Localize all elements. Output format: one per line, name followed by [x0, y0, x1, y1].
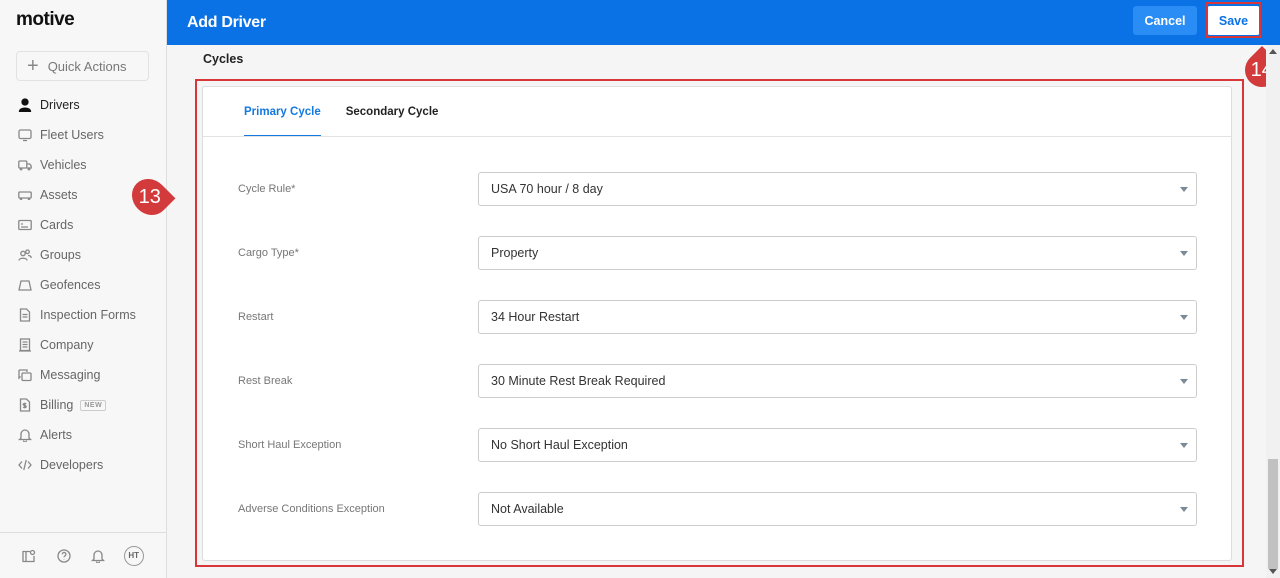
select-value: No Short Haul Exception [491, 438, 628, 452]
form-row-restart: Restart 34 Hour Restart [203, 300, 1231, 334]
sidebar-nav: Drivers Fleet Users Vehicles Assets Card… [0, 90, 166, 480]
quick-actions-button[interactable]: + Quick Actions [16, 51, 149, 81]
field-label: Rest Break [238, 375, 293, 387]
page-header: Add Driver Cancel Save [167, 0, 1280, 45]
person-icon [17, 97, 33, 113]
short-haul-exception-select[interactable]: No Short Haul Exception [478, 428, 1197, 462]
sidebar-item-label: Fleet Users [40, 128, 104, 142]
form-row-adverse-conditions-exception: Adverse Conditions Exception Not Availab… [203, 492, 1231, 526]
select-value: Property [491, 246, 539, 260]
field-label: Adverse Conditions Exception [238, 503, 385, 515]
section-title: Cycles [203, 52, 244, 66]
cycle-rule-select[interactable]: USA 70 hour / 8 day [478, 172, 1197, 206]
sidebar-item-label: Company [40, 338, 94, 352]
cargo-type-select[interactable]: Property [478, 236, 1197, 270]
billing-icon [17, 397, 33, 413]
sidebar: motive + Quick Actions Drivers Fleet Use… [0, 0, 167, 578]
scroll-thumb[interactable] [1268, 459, 1278, 569]
sidebar-item-label: Assets [40, 188, 78, 202]
caret-down-icon [1180, 187, 1188, 192]
sidebar-item-company[interactable]: Company [0, 330, 166, 360]
save-button[interactable]: Save [1207, 6, 1260, 35]
code-icon [17, 457, 33, 473]
form-row-cargo-type: Cargo Type* Property [203, 236, 1231, 270]
form-row-cycle-rule: Cycle Rule* USA 70 hour / 8 day [203, 172, 1231, 206]
select-value: USA 70 hour / 8 day [491, 182, 603, 196]
sidebar-item-alerts[interactable]: Alerts [0, 420, 166, 450]
field-label: Cycle Rule* [238, 183, 296, 195]
page-title: Add Driver [187, 13, 266, 31]
sidebar-item-label: Groups [40, 248, 81, 262]
sidebar-item-label: Cards [40, 218, 74, 232]
sidebar-item-fleet-users[interactable]: Fleet Users [0, 120, 166, 150]
adverse-conditions-exception-select[interactable]: Not Available [478, 492, 1197, 526]
sidebar-item-groups[interactable]: Groups [0, 240, 166, 270]
scrollbar[interactable] [1266, 45, 1280, 578]
sidebar-item-label: Geofences [40, 278, 101, 292]
sidebar-item-label: Drivers [40, 98, 80, 112]
sidebar-item-label: Alerts [40, 428, 72, 442]
chat-icon [17, 367, 33, 383]
cycles-card: Primary Cycle Secondary Cycle Cycle Rule… [202, 86, 1232, 561]
form-row-short-haul-exception: Short Haul Exception No Short Haul Excep… [203, 428, 1231, 462]
sidebar-item-developers[interactable]: Developers [0, 450, 166, 480]
scroll-down-arrow-icon[interactable] [1269, 569, 1277, 574]
sidebar-item-vehicles[interactable]: Vehicles [0, 150, 166, 180]
sidebar-item-billing[interactable]: Billing NEW [0, 390, 166, 420]
sidebar-item-label: Vehicles [40, 158, 87, 172]
cancel-button[interactable]: Cancel [1133, 6, 1197, 35]
caret-down-icon [1180, 315, 1188, 320]
caret-down-icon [1180, 507, 1188, 512]
sidebar-item-label: Inspection Forms [40, 308, 136, 322]
field-label: Short Haul Exception [238, 439, 342, 451]
user-avatar[interactable]: HT [123, 545, 144, 566]
caret-down-icon [1180, 379, 1188, 384]
cycle-tabs: Primary Cycle Secondary Cycle [203, 87, 1231, 137]
new-badge: NEW [80, 399, 107, 411]
caret-down-icon [1180, 251, 1188, 256]
select-value: Not Available [491, 502, 564, 516]
tab-secondary-cycle[interactable]: Secondary Cycle [346, 87, 439, 136]
caret-down-icon [1180, 443, 1188, 448]
card-icon [17, 217, 33, 233]
sidebar-item-inspection-forms[interactable]: Inspection Forms [0, 300, 166, 330]
plus-icon: + [27, 55, 39, 77]
select-value: 30 Minute Rest Break Required [491, 374, 666, 388]
groups-icon [17, 247, 33, 263]
sidebar-item-drivers[interactable]: Drivers [0, 90, 166, 120]
bell-icon [17, 427, 33, 443]
quick-actions-label: Quick Actions [47, 58, 127, 74]
building-icon [17, 337, 33, 353]
truck-icon [17, 157, 33, 173]
trailer-icon [17, 187, 33, 203]
sidebar-footer: HT [0, 532, 166, 578]
sidebar-item-label: Messaging [40, 368, 101, 382]
select-value: 34 Hour Restart [491, 310, 580, 324]
geofence-icon [17, 277, 33, 293]
sidebar-item-label: Developers [40, 458, 104, 472]
document-icon [17, 307, 33, 323]
tab-primary-cycle[interactable]: Primary Cycle [244, 87, 321, 136]
field-label: Cargo Type* [238, 247, 299, 259]
help-icon[interactable] [55, 547, 73, 565]
sidebar-item-label: Billing [40, 398, 74, 412]
monitor-icon [17, 127, 33, 143]
scroll-up-arrow-icon[interactable] [1269, 49, 1277, 54]
motive-logo[interactable]: motive [16, 9, 75, 31]
sidebar-item-geofences[interactable]: Geofences [0, 270, 166, 300]
restart-select[interactable]: 34 Hour Restart [478, 300, 1197, 334]
sidebar-item-cards[interactable]: Cards [0, 210, 166, 240]
notifications-bell-icon[interactable] [89, 547, 107, 565]
sidebar-item-messaging[interactable]: Messaging [0, 360, 166, 390]
rest-break-select[interactable]: 30 Minute Rest Break Required [478, 364, 1197, 398]
form-row-rest-break: Rest Break 30 Minute Rest Break Required [203, 364, 1231, 398]
map-icon[interactable] [20, 547, 38, 565]
field-label: Restart [238, 311, 274, 323]
